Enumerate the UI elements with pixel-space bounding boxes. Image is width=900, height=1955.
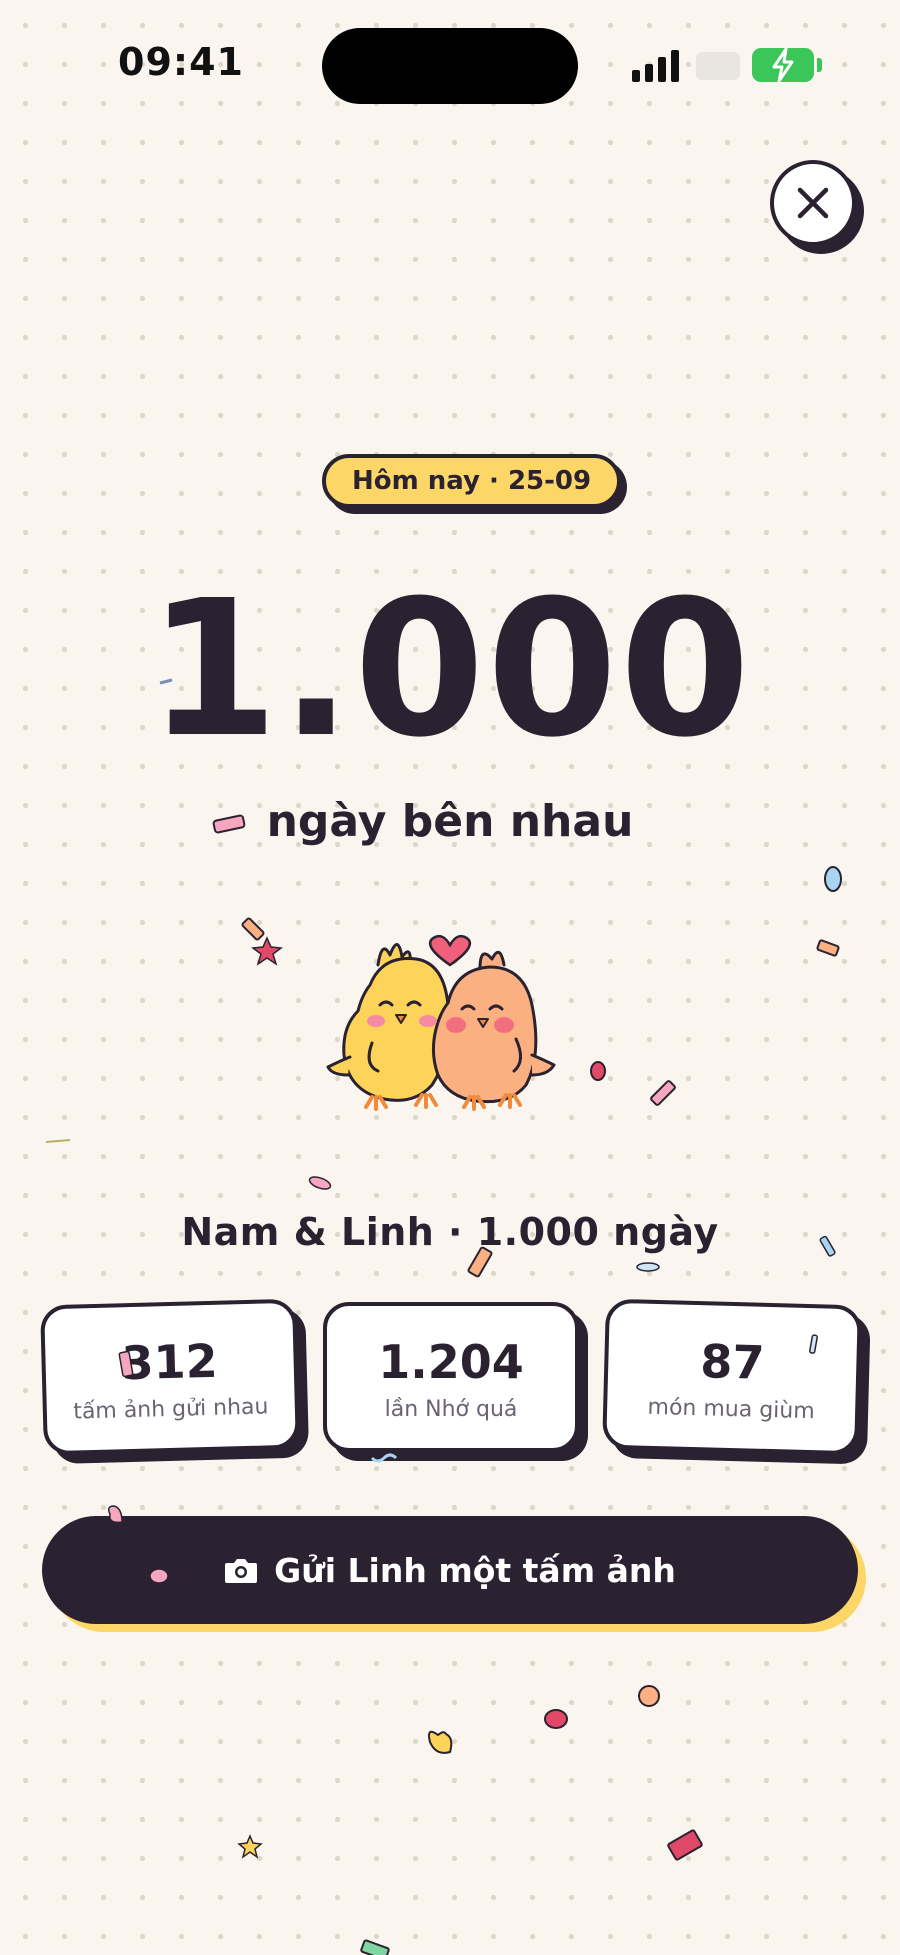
confetti-decoration <box>45 678 842 1955</box>
